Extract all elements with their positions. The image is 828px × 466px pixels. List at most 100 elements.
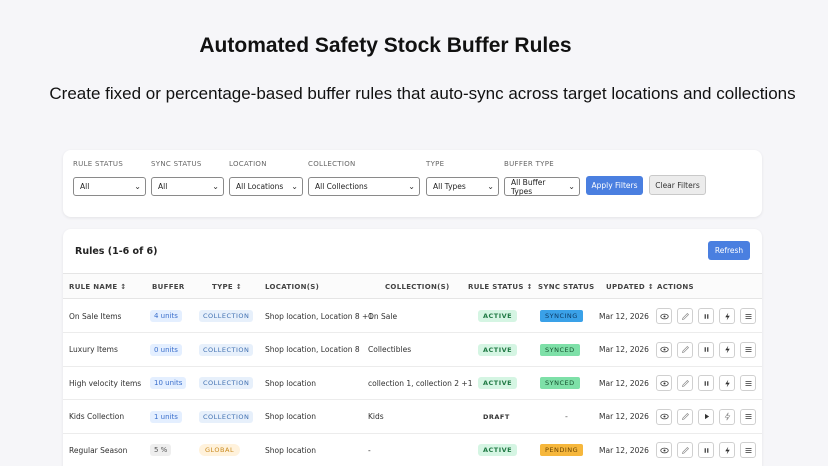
pencil-icon: [681, 379, 690, 388]
table-row[interactable]: High velocity items 10 units COLLECTION Sho…: [63, 366, 762, 401]
view-button[interactable]: [656, 442, 672, 459]
clear-filters-button[interactable]: Clear Filters: [649, 175, 706, 195]
view-button[interactable]: [656, 375, 672, 392]
select-value: All Types: [433, 182, 466, 191]
chevron-down-icon: ⌄: [487, 182, 494, 191]
rule-name[interactable]: Luxury Items: [69, 333, 118, 367]
menu-button[interactable]: [740, 442, 756, 459]
menu-button[interactable]: [740, 408, 756, 425]
edit-button[interactable]: [677, 341, 693, 358]
updated-cell: Mar 12, 2026: [599, 378, 649, 388]
pause-button[interactable]: [698, 308, 714, 324]
pause-icon: [702, 312, 711, 321]
edit-button[interactable]: [677, 375, 693, 392]
updated-cell: Mar 12, 2026: [599, 445, 649, 455]
sync-now-button[interactable]: [719, 375, 735, 392]
menu-button[interactable]: [740, 375, 756, 392]
rule-name[interactable]: High velocity items: [69, 366, 141, 400]
rules-panel: Rules (1-6 of 6) Refresh RULE NAME ↕ BUF…: [63, 229, 762, 466]
filter-location: LOCATION All Locations ⌄: [229, 159, 303, 196]
pencil-icon: [681, 412, 690, 421]
col-type[interactable]: TYPE ↕: [212, 283, 242, 291]
view-button[interactable]: [656, 308, 672, 324]
type-select[interactable]: All Types ⌄: [426, 177, 499, 196]
bolt-icon: [723, 412, 732, 421]
apply-filters-button[interactable]: Apply Filters: [586, 176, 643, 195]
select-value: All Collections: [315, 182, 368, 191]
sync-now-button[interactable]: [719, 341, 735, 358]
col-updated[interactable]: UPDATED ↕: [606, 283, 654, 291]
sync-badge: SYNCED: [540, 377, 580, 390]
bolt-icon: [723, 345, 732, 354]
row-actions: [656, 375, 756, 392]
pause-icon: [702, 345, 711, 354]
table-row[interactable]: Luxury Items 0 units COLLECTION Shop locati…: [63, 333, 762, 367]
pause-button[interactable]: [698, 375, 714, 392]
edit-button[interactable]: [677, 442, 693, 459]
rule-name[interactable]: Kids Collection: [69, 400, 124, 434]
menu-button[interactable]: [740, 308, 756, 324]
rule-name[interactable]: On Sale Items: [69, 299, 121, 333]
chevron-down-icon: ⌄: [568, 182, 575, 191]
chevron-down-icon: ⌄: [134, 182, 141, 191]
status-badge: ACTIVE: [478, 377, 518, 390]
table-row[interactable]: On Sale Items 4 units COLLECTION Shop locat…: [63, 299, 762, 333]
menu-icon: [744, 412, 753, 421]
col-rule-name[interactable]: RULE NAME ↕: [69, 283, 126, 291]
rule-name[interactable]: Regular Season: [69, 433, 127, 466]
collection-select[interactable]: All Collections ⌄: [308, 177, 420, 196]
collections-cell: On Sale: [368, 311, 398, 321]
type-badge: GLOBAL: [199, 444, 241, 457]
table-header: RULE NAME ↕ BUFFER TYPE ↕ LOCATION(S) CO…: [63, 273, 762, 299]
col-buffer: BUFFER: [152, 283, 185, 291]
row-actions: [656, 308, 756, 324]
status-badge: ACTIVE: [478, 343, 518, 356]
locations-cell: Shop location, Location 8 +1: [265, 311, 374, 321]
sync-now-button[interactable]: [719, 308, 735, 324]
col-rule-status[interactable]: RULE STATUS ↕: [468, 283, 533, 291]
menu-icon: [744, 312, 753, 321]
edit-button[interactable]: [677, 408, 693, 425]
select-value: All Buffer Types: [511, 177, 546, 196]
sync-badge: PENDING: [540, 444, 584, 457]
type-badge: COLLECTION: [199, 377, 254, 390]
menu-icon: [744, 345, 753, 354]
sync-now-button[interactable]: [719, 408, 735, 425]
sync-badge: SYNCED: [540, 343, 580, 356]
rule-status-select[interactable]: All ⌄: [73, 177, 146, 196]
buffer-badge: 5 %: [150, 444, 172, 457]
collections-cell: Kids: [368, 412, 384, 422]
table-row[interactable]: Kids Collection 1 units COLLECTION Shop loc…: [63, 400, 762, 434]
eye-icon: [659, 379, 669, 388]
pause-button[interactable]: [698, 442, 714, 459]
rules-title: Rules (1-6 of 6): [75, 246, 158, 257]
locations-cell: Shop location, Location 8: [265, 345, 360, 355]
refresh-button[interactable]: Refresh: [708, 241, 750, 260]
edit-button[interactable]: [677, 308, 693, 324]
eye-icon: [659, 345, 669, 354]
view-button[interactable]: [656, 408, 672, 425]
buffer-type-select[interactable]: All Buffer Types ⌄: [504, 177, 580, 196]
chevron-down-icon: ⌄: [408, 182, 415, 191]
view-button[interactable]: [656, 341, 672, 358]
filter-buffer-type: BUFFER TYPE All Buffer Types ⌄: [504, 159, 580, 196]
updated-cell: Mar 12, 2026: [599, 311, 649, 321]
play-icon: [702, 412, 711, 421]
pause-button[interactable]: [698, 341, 714, 358]
sync-badge: SYNCING: [540, 310, 583, 322]
chevron-down-icon: ⌄: [291, 182, 298, 191]
sync-status-select[interactable]: All ⌄: [151, 177, 224, 196]
col-actions: ACTIONS: [657, 283, 694, 291]
col-locations: LOCATION(S): [265, 283, 320, 291]
location-select[interactable]: All Locations ⌄: [229, 177, 303, 196]
sync-now-button[interactable]: [719, 442, 735, 459]
eye-icon: [659, 412, 669, 421]
menu-button[interactable]: [740, 341, 756, 358]
filters-panel: RULE STATUS All ⌄ SYNC STATUS All ⌄ LOCATI…: [63, 150, 762, 217]
table-row[interactable]: Regular Season 5 % GLOBAL Shop location - ACT…: [63, 433, 762, 466]
select-value: All Locations: [236, 182, 284, 191]
status-badge: ACTIVE: [478, 444, 518, 457]
pencil-icon: [681, 345, 690, 354]
pause-icon: [702, 379, 711, 388]
activate-button[interactable]: [698, 408, 714, 425]
